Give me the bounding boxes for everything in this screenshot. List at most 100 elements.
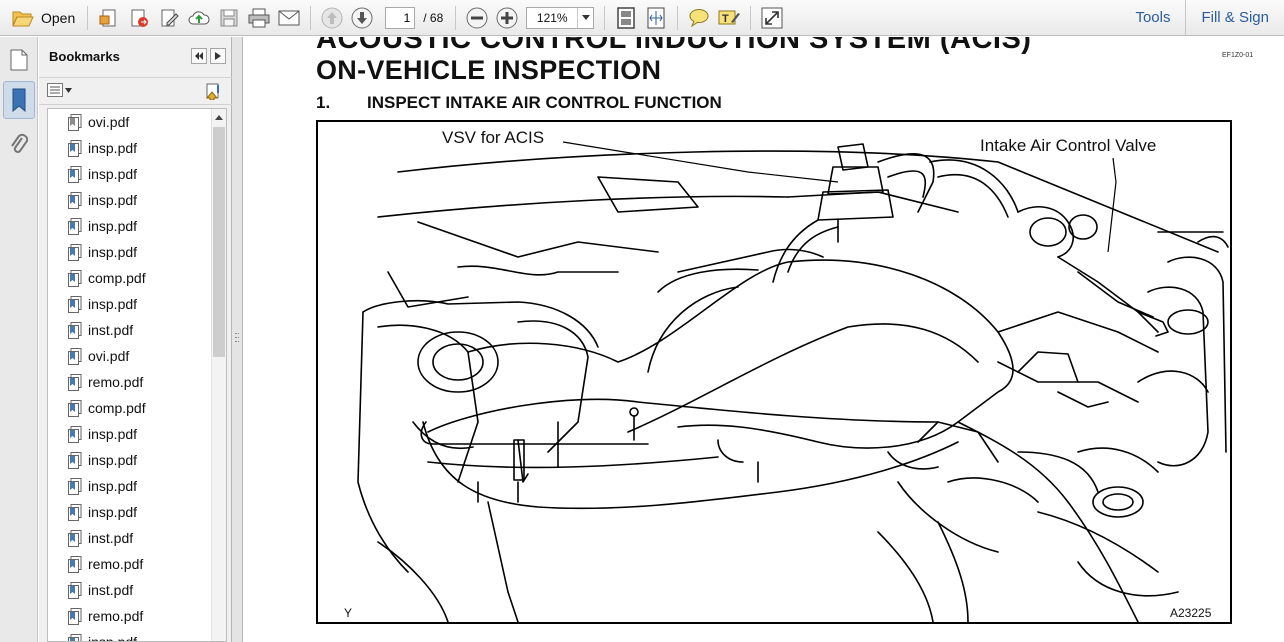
fullscreen-icon: [761, 7, 783, 28]
fit-page-button[interactable]: [611, 3, 641, 33]
export-pdf-button[interactable]: [124, 3, 154, 33]
zoom-in-button[interactable]: [492, 3, 522, 33]
bookmark-page-icon: [68, 503, 82, 521]
bookmark-item[interactable]: insp.pdf: [48, 213, 212, 239]
bookmark-item[interactable]: remo.pdf: [48, 369, 212, 395]
bookmark-item[interactable]: ovi.pdf: [48, 109, 212, 135]
print-icon: [248, 8, 270, 27]
bookmarks-scrollbar[interactable]: [211, 109, 226, 641]
bookmark-page-icon: [68, 191, 82, 209]
scrollbar-thumb[interactable]: [213, 127, 225, 357]
toolbar-separator: [750, 5, 752, 30]
upload-cloud-icon: [188, 10, 210, 24]
page-thumbnails-icon: [10, 49, 28, 71]
previous-page-button[interactable]: [317, 3, 347, 33]
splitter-grip: [235, 333, 239, 336]
panel-splitter[interactable]: [232, 37, 243, 642]
upload-button[interactable]: [184, 3, 214, 33]
document-view[interactable]: ACOUSTIC CONTROL INDUCTION SYSTEM (ACIS)…: [244, 37, 1284, 642]
bookmark-item[interactable]: insp.pdf: [48, 447, 212, 473]
bookmark-page-icon: [68, 139, 82, 157]
bookmark-item[interactable]: inst.pdf: [48, 317, 212, 343]
engine-diagram-figure: VSV for ACIS Intake Air Control Valve Y …: [316, 120, 1232, 624]
tools-link[interactable]: Tools: [1120, 0, 1185, 35]
bookmark-options-button[interactable]: [47, 83, 72, 97]
bookmark-label: insp.pdf: [88, 244, 138, 260]
bookmark-item[interactable]: insp.pdf: [48, 161, 212, 187]
bookmark-item[interactable]: insp.pdf: [48, 421, 212, 447]
splitter-grip: [235, 337, 239, 340]
edit-pdf-button[interactable]: [154, 3, 184, 33]
bookmark-label: remo.pdf: [88, 556, 144, 572]
bookmark-label: inst.pdf: [88, 530, 134, 546]
svg-text:T: T: [722, 13, 729, 25]
panel-options-button[interactable]: [210, 48, 226, 64]
collapse-panel-button[interactable]: [191, 48, 207, 64]
chevron-down-icon[interactable]: [577, 7, 593, 28]
page-thumbnails-button[interactable]: [3, 41, 35, 79]
print-button[interactable]: [244, 3, 274, 33]
create-pdf-icon: [99, 9, 116, 26]
bookmark-expand-icon: [205, 83, 219, 101]
bookmarks-list[interactable]: insp.pdf remo.pdf inst.pdf remo.pdf inst.pdf…: [47, 108, 227, 642]
page-number-input[interactable]: [385, 6, 416, 29]
bookmark-page-icon: [68, 217, 82, 235]
bookmark-page-icon: [68, 425, 82, 443]
bookmark-page-icon: [68, 399, 82, 417]
zoom-out-icon: [466, 7, 488, 28]
email-button[interactable]: [274, 3, 304, 33]
bookmark-page-icon: [68, 321, 82, 339]
list-options-icon: [47, 83, 63, 97]
bookmarks-tools-bar: [39, 77, 232, 105]
fit-width-button[interactable]: [641, 3, 671, 33]
open-button[interactable]: Open: [6, 3, 81, 33]
page-total: / 68: [423, 10, 444, 25]
bookmark-item[interactable]: insp.pdf: [48, 135, 212, 161]
next-page-button[interactable]: [347, 3, 377, 33]
bookmark-page-icon: [68, 165, 82, 183]
bookmark-page-gray-icon: [68, 113, 82, 131]
folder-open-icon: [12, 11, 34, 26]
bookmark-item[interactable]: inst.pdf: [48, 577, 212, 603]
toolbar-separator: [87, 5, 89, 30]
bookmark-label: insp.pdf: [88, 296, 138, 312]
fill-sign-link[interactable]: Fill & Sign: [1185, 0, 1284, 35]
fullscreen-button[interactable]: [757, 3, 787, 33]
bookmark-item[interactable]: insp.pdf: [48, 629, 212, 641]
bookmark-item[interactable]: ovi.pdf: [48, 343, 212, 369]
zoom-out-button[interactable]: [462, 3, 492, 33]
toolbar-separator: [604, 5, 606, 30]
comment-button[interactable]: [684, 3, 714, 33]
toolbar-separator: [310, 5, 312, 30]
bookmark-item[interactable]: insp.pdf: [48, 187, 212, 213]
bookmark-label: insp.pdf: [88, 426, 138, 442]
bookmark-page-icon: [68, 451, 82, 469]
bookmark-item[interactable]: insp.pdf: [48, 239, 212, 265]
zoom-select[interactable]: 121%: [526, 6, 595, 29]
bookmark-item[interactable]: remo.pdf: [48, 551, 212, 577]
create-pdf-button[interactable]: [94, 3, 124, 33]
bookmark-icon: [12, 88, 26, 112]
bookmark-page-icon: [68, 633, 82, 641]
save-button[interactable]: [214, 3, 244, 33]
bookmark-item[interactable]: comp.pdf: [48, 395, 212, 421]
bookmark-page-icon: [68, 347, 82, 365]
navigation-pane-strip: [0, 37, 38, 642]
bookmark-item[interactable]: remo.pdf: [48, 603, 212, 629]
bookmark-item[interactable]: inst.pdf: [48, 525, 212, 551]
bookmark-item[interactable]: insp.pdf: [48, 291, 212, 317]
bookmark-item[interactable]: insp.pdf: [48, 499, 212, 525]
comment-icon: [689, 8, 709, 27]
document-code: EF1Z0-01: [1222, 52, 1254, 59]
highlight-icon: T: [718, 10, 741, 25]
bookmark-item[interactable]: comp.pdf: [48, 265, 212, 291]
highlight-button[interactable]: T: [714, 3, 744, 33]
fit-width-icon: [647, 7, 665, 28]
scroll-up-icon[interactable]: [212, 109, 226, 125]
bookmarks-button[interactable]: [3, 81, 35, 119]
bookmark-item[interactable]: insp.pdf: [48, 473, 212, 499]
bookmark-label: insp.pdf: [88, 218, 138, 234]
bookmark-label: inst.pdf: [88, 322, 134, 338]
attachments-button[interactable]: [3, 125, 35, 163]
expand-bookmark-button[interactable]: [204, 83, 222, 103]
